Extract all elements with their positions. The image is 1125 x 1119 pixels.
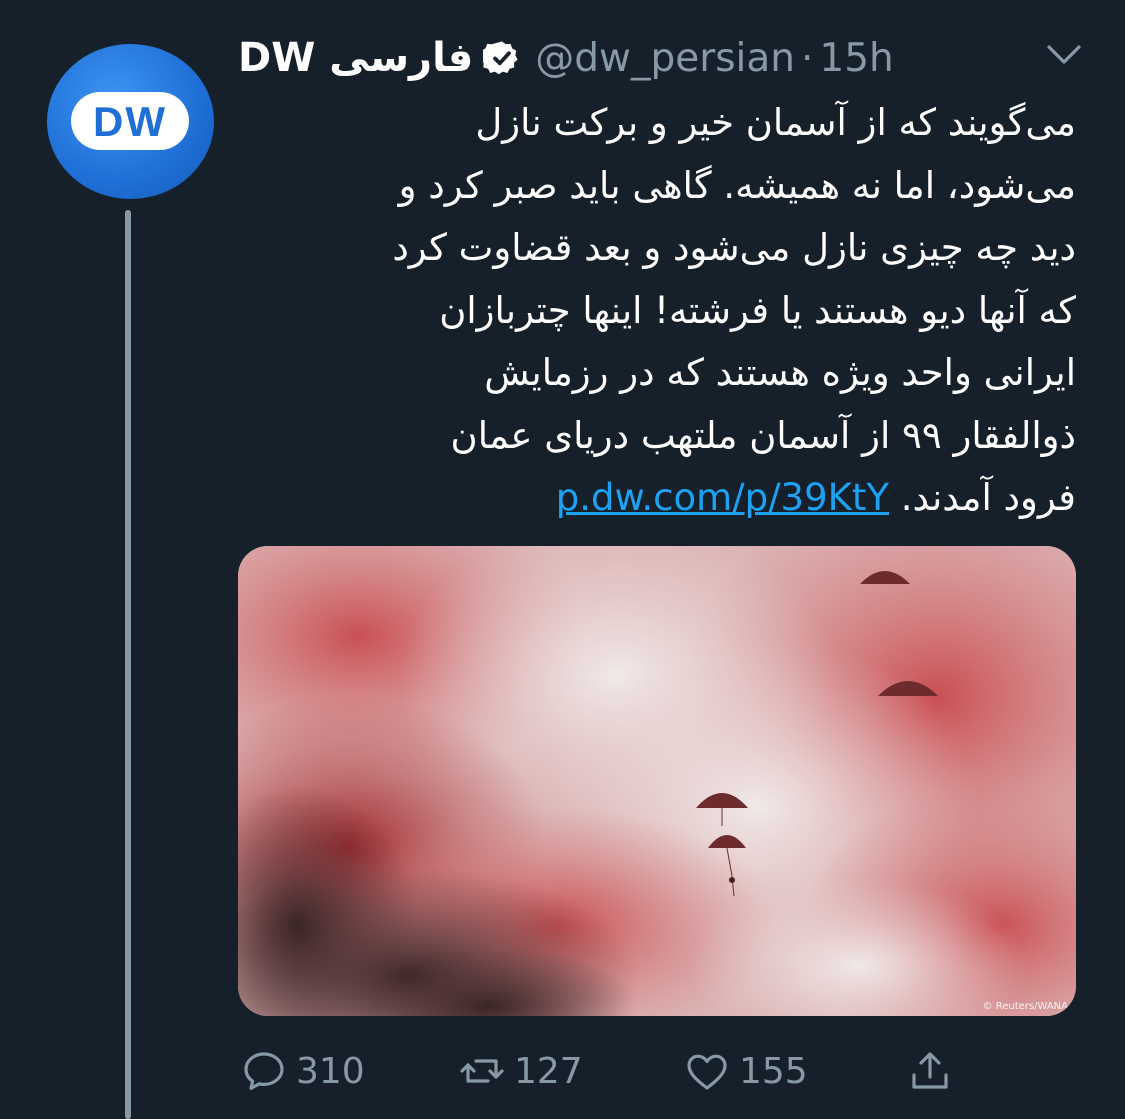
like-button[interactable]: 155 (683, 1043, 808, 1099)
tweet-text-line: دید چه چیزی نازل می‌شود و بعد قضاوت کرد (392, 226, 1076, 269)
tweet[interactable]: DW DW فارسی @dw_persian · 15h می‌گویند ک… (0, 0, 1125, 1119)
reply-button[interactable]: 310 (240, 1043, 365, 1099)
tweet-header: DW فارسی @dw_persian · 15h (238, 30, 894, 86)
tweet-text-line: می‌گویند که از آسمان خیر و برکت نازل (475, 101, 1076, 144)
tweet-text-line-last: فرود آمدند. p.dw.com/p/39KtY (238, 467, 1076, 530)
avatar[interactable]: DW (47, 44, 214, 199)
tweet-image[interactable]: © Reuters/WANA (238, 546, 1076, 1016)
image-credit: © Reuters/WANA (982, 1001, 1068, 1012)
avatar-label: DW (93, 98, 167, 145)
author-handle[interactable]: @dw_persian (535, 36, 795, 81)
action-bar: 310 127 155 (240, 1043, 960, 1099)
dw-logo-icon: DW (71, 92, 189, 150)
retweet-button[interactable]: 127 (458, 1043, 583, 1099)
reply-icon (244, 1052, 284, 1090)
retweet-icon (460, 1059, 504, 1083)
tweet-text-line: ایرانی واحد ویژه هستند که در رزمایش (484, 351, 1076, 394)
timestamp[interactable]: 15h (819, 36, 893, 81)
share-button[interactable] (906, 1043, 962, 1099)
paratroopers-red-smoke-image-icon (238, 546, 1076, 1016)
tweet-text-line: که آنها دیو هستند یا فرشته! اینها چترباز… (439, 288, 1076, 332)
tweet-text: می‌گویند که از آسمان خیر و برکت نازل می‌… (238, 92, 1076, 530)
verified-badge-icon (483, 41, 518, 75)
reply-count: 310 (296, 1050, 365, 1092)
tweet-link[interactable]: p.dw.com/p/39KtY (556, 476, 889, 519)
thread-line (125, 210, 131, 1119)
author-name[interactable]: DW فارسی (238, 35, 473, 81)
tweet-text-line: می‌شود، اما نه همیشه. گاهی باید صبر کرد … (398, 163, 1076, 207)
tweet-text-line: ذوالفقار ۹۹ از آسمان ملتهب دریای عمان (450, 413, 1076, 457)
heart-icon (687, 1054, 727, 1090)
retweet-count: 127 (514, 1050, 583, 1092)
tweet-text-line: فرود آمدند. (900, 476, 1076, 519)
share-icon (912, 1052, 948, 1089)
chevron-down-icon[interactable] (1045, 42, 1083, 68)
separator-dot: · (801, 35, 814, 81)
like-count: 155 (739, 1050, 808, 1092)
